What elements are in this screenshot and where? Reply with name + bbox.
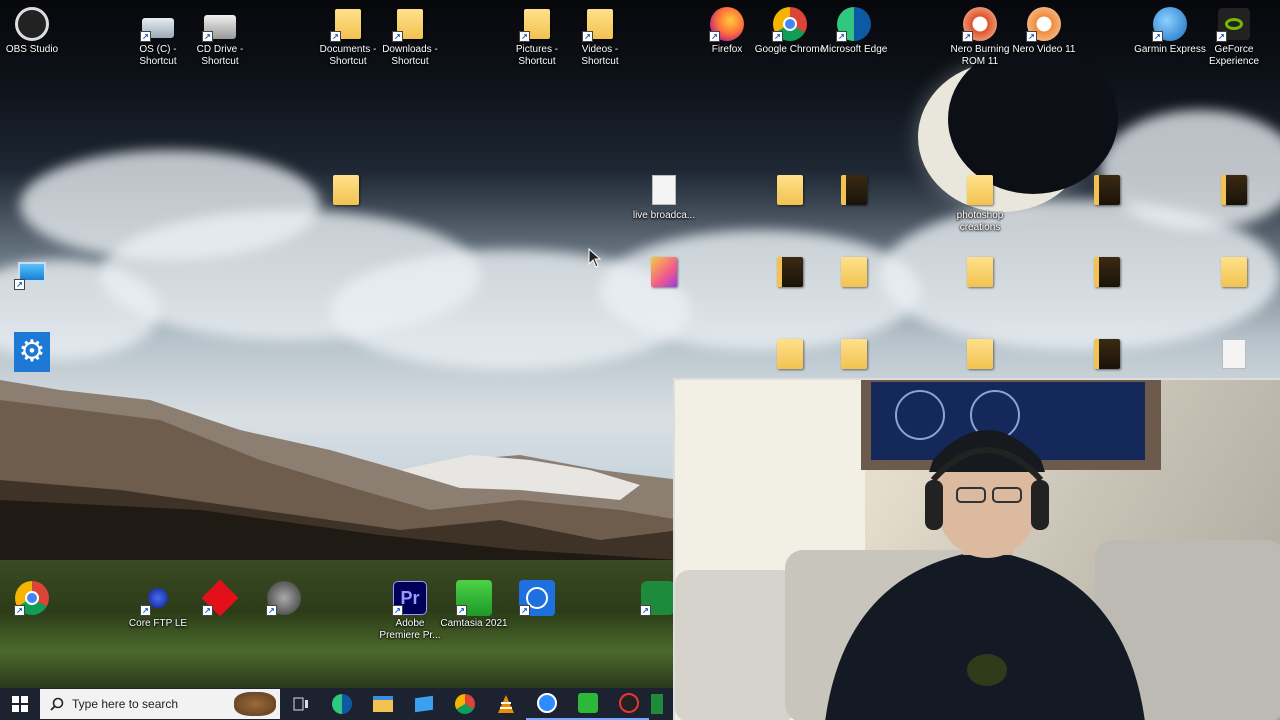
- taskbar-edge[interactable]: [321, 688, 362, 720]
- folder-icon: [1094, 257, 1120, 287]
- search-icon: [50, 697, 64, 711]
- document-icon: [652, 175, 676, 205]
- zoom-icon: [536, 693, 557, 713]
- folder-desktop-icon[interactable]: [1075, 336, 1139, 372]
- garmin-express-desktop-icon[interactable]: ↗ Garmin Express: [1134, 6, 1206, 56]
- mouse-cursor: [588, 248, 602, 268]
- taskbar-obs[interactable]: [608, 688, 649, 720]
- folder-icon: [841, 257, 867, 287]
- search-highlight-image: [234, 692, 276, 716]
- obs-icon: [15, 7, 49, 41]
- task-view-icon: [293, 697, 308, 711]
- folder-desktop-icon[interactable]: [1202, 172, 1266, 210]
- live-broadcast-file-icon[interactable]: live broadca...: [632, 172, 696, 222]
- google-chrome-desktop-icon[interactable]: ↗ Google Chrome: [755, 6, 825, 56]
- taskbar-file-explorer[interactable]: [362, 688, 403, 720]
- obs-studio-desktop-icon[interactable]: OBS Studio: [0, 6, 64, 56]
- this-pc-desktop-icon[interactable]: ↗: [0, 254, 64, 292]
- folder-desktop-icon[interactable]: [1202, 336, 1266, 372]
- taskbar-mail[interactable]: [403, 688, 444, 720]
- folder-desktop-icon[interactable]: [632, 254, 696, 292]
- folder-icon: [1221, 257, 1247, 287]
- camtasia-2021-desktop-icon[interactable]: ↗ Camtasia 2021: [440, 580, 508, 630]
- settings-icon: ⚙: [14, 332, 50, 372]
- folder-desktop-icon[interactable]: [1075, 254, 1139, 292]
- file-explorer-icon: [372, 696, 393, 712]
- start-button[interactable]: [0, 688, 40, 720]
- edge-icon: [331, 694, 352, 714]
- folder-icon: [1221, 175, 1247, 205]
- taskbar-chrome[interactable]: [444, 688, 485, 720]
- os-c-shortcut-icon[interactable]: ↗ OS (C) - Shortcut: [126, 6, 190, 68]
- cd-drive-shortcut-icon[interactable]: ↗ CD Drive - Shortcut: [188, 6, 252, 68]
- swift-icon: [651, 694, 663, 714]
- settings-desktop-icon[interactable]: ⚙: [0, 332, 64, 372]
- nero-video-desktop-icon[interactable]: ↗ Nero Video 11: [1012, 6, 1076, 56]
- core-ftp-le-desktop-icon[interactable]: ↗ Core FTP LE: [126, 580, 190, 630]
- folder-icon: [841, 339, 867, 369]
- folder-icon: [777, 175, 803, 205]
- videos-shortcut-icon[interactable]: ↗ Videos - Shortcut: [568, 6, 632, 68]
- folder-icon: [333, 175, 359, 205]
- coreftp-icon: [148, 588, 168, 608]
- webcam-overlay: [673, 378, 1280, 720]
- folder-desktop-icon[interactable]: [314, 172, 378, 210]
- adobe-premiere-desktop-icon[interactable]: Pr ↗ Adobe Premiere Pr...: [378, 580, 442, 642]
- taskbar-swift[interactable]: [649, 688, 665, 720]
- bible-study-desktop-icon[interactable]: ↗: [505, 580, 569, 618]
- webcam-scene: [675, 380, 1280, 720]
- taskbar-vlc[interactable]: [485, 688, 526, 720]
- pictures-shortcut-icon[interactable]: ↗ Pictures - Shortcut: [505, 6, 569, 68]
- folder-desktop-icon[interactable]: [822, 254, 886, 292]
- geforce-experience-desktop-icon[interactable]: ↗ GeForce Experience: [1202, 6, 1266, 68]
- folder-icon: [841, 175, 867, 205]
- folder-icon: [967, 339, 993, 369]
- folder-desktop-icon[interactable]: [758, 254, 822, 292]
- folder-icon: [967, 175, 993, 205]
- chrome-icon: [454, 694, 475, 714]
- vlc-icon: [497, 695, 514, 713]
- folder-desktop-icon[interactable]: [758, 336, 822, 372]
- nero-burning-rom-desktop-icon[interactable]: ↗ Nero Burning ROM 11: [948, 6, 1012, 68]
- taskbar-search-box[interactable]: Type here to search: [40, 689, 280, 719]
- folder-icon: [777, 339, 803, 369]
- folder-icon: [967, 257, 993, 287]
- taskbar: Type here to search: [0, 688, 673, 720]
- obs-icon: [618, 693, 639, 713]
- folder-desktop-icon[interactable]: [948, 254, 1012, 292]
- taskbar-zoom[interactable]: [526, 688, 567, 720]
- ytd-downloader-desktop-icon[interactable]: ↗: [188, 579, 252, 618]
- folder-desktop-icon[interactable]: [758, 172, 822, 210]
- windows-logo-icon: [12, 696, 28, 712]
- memorex-desktop-icon[interactable]: ↗: [252, 580, 316, 618]
- chrome-app-desktop-icon[interactable]: ↗: [0, 580, 64, 618]
- task-view-button[interactable]: [280, 688, 321, 720]
- microsoft-edge-desktop-icon[interactable]: ↗ Microsoft Edge: [821, 6, 887, 56]
- document-icon: [1222, 339, 1246, 369]
- folder-desktop-icon[interactable]: [822, 172, 886, 210]
- folder-icon: [1094, 175, 1120, 205]
- folder-icon: [777, 257, 803, 287]
- folder-icon: [651, 257, 677, 287]
- folder-desktop-icon[interactable]: [948, 336, 1012, 372]
- folder-icon: [1094, 339, 1120, 369]
- documents-shortcut-icon[interactable]: ↗ Documents - Shortcut: [316, 6, 380, 68]
- search-placeholder: Type here to search: [72, 697, 179, 711]
- camtasia-icon: [577, 693, 598, 713]
- folder-desktop-icon[interactable]: [1202, 254, 1266, 292]
- photoshop-creations-folder-icon[interactable]: photoshop creations: [948, 172, 1012, 234]
- folder-desktop-icon[interactable]: [1075, 172, 1139, 210]
- folder-desktop-icon[interactable]: [822, 336, 886, 372]
- taskbar-camtasia[interactable]: [567, 688, 608, 720]
- mail-icon: [414, 695, 433, 713]
- downloads-shortcut-icon[interactable]: ↗ Downloads - Shortcut: [378, 6, 442, 68]
- firefox-desktop-icon[interactable]: ↗ Firefox: [695, 6, 759, 56]
